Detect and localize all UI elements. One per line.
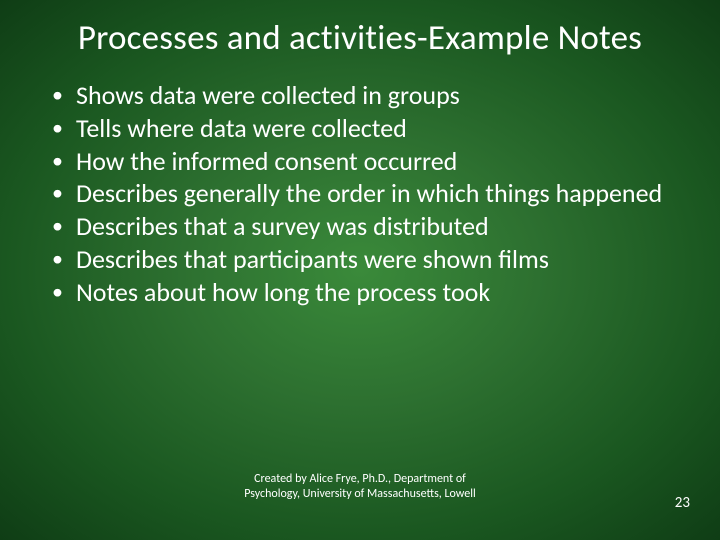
list-item: Describes that participants were shown f… xyxy=(48,244,680,276)
list-item: How the informed consent occurred xyxy=(48,146,680,178)
slide: Processes and activities-Example Notes S… xyxy=(0,0,720,540)
slide-title: Processes and activities-Example Notes xyxy=(40,18,680,58)
list-item: Notes about how long the process took xyxy=(48,277,680,309)
credit-text: Created by Alice Frye, Ph.D., Department… xyxy=(230,472,490,502)
list-item: Shows data were collected in groups xyxy=(48,80,680,112)
list-item: Describes generally the order in which t… xyxy=(48,178,680,210)
list-item: Describes that a survey was distributed xyxy=(48,211,680,243)
slide-footer: Created by Alice Frye, Ph.D., Department… xyxy=(0,472,720,526)
bullet-list: Shows data were collected in groups Tell… xyxy=(40,80,680,308)
page-number: 23 xyxy=(675,494,690,512)
list-item: Tells where data were collected xyxy=(48,113,680,145)
